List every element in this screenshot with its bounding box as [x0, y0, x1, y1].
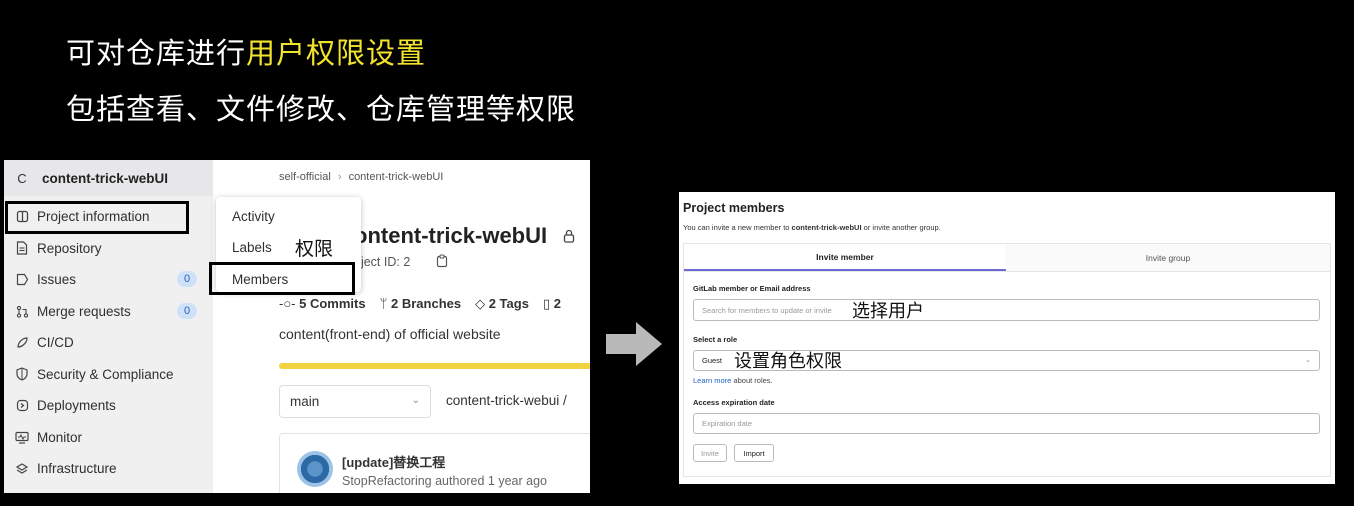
- flyout-item-activity[interactable]: Activity: [232, 209, 275, 224]
- sidebar-item-security-compliance[interactable]: Security & Compliance: [4, 359, 213, 389]
- language-bar: [279, 363, 590, 369]
- sidebar-item-merge-requests[interactable]: Merge requests 0: [4, 296, 213, 326]
- cloud-icon: [14, 460, 30, 476]
- member-search-placeholder: Search for members to update or invite: [702, 305, 832, 315]
- breadcrumb-project[interactable]: content-trick-webUI: [349, 171, 444, 183]
- expiration-date-placeholder: Expiration date: [702, 419, 753, 428]
- role-select-value: Guest: [702, 356, 723, 365]
- repo-path[interactable]: content-trick-webui /: [446, 393, 567, 408]
- chevron-down-icon: ⌄: [1305, 357, 1311, 364]
- copy-icon[interactable]: [436, 254, 448, 271]
- role-field-label: Select a role: [693, 335, 738, 344]
- sidebar-item-label: Deployments: [37, 397, 116, 413]
- expiration-date-input[interactable]: Expiration date: [693, 413, 1320, 434]
- project-avatar: C: [17, 170, 27, 186]
- annotation-select-user: 选择用户: [852, 301, 924, 322]
- highlight-box-members: [209, 262, 355, 295]
- project-id: oject ID: 2: [354, 255, 411, 269]
- headline-highlight: 用户权限设置: [246, 36, 427, 70]
- merge-requests-count-badge: 0: [177, 303, 197, 319]
- gitlab-project-screenshot: C content-trick-webUI Project informatio…: [4, 160, 590, 493]
- file-icon: [14, 240, 30, 256]
- sidebar-item-repository[interactable]: Repository: [4, 233, 213, 263]
- sidebar-item-deployments[interactable]: Deployments: [4, 390, 213, 420]
- issues-count-badge: 0: [177, 271, 197, 287]
- invite-button[interactable]: Invite: [693, 444, 727, 462]
- commit-meta: StopRefactoring authored 1 year ago: [342, 474, 547, 488]
- size-stat[interactable]: ▯ 2: [543, 296, 561, 312]
- breadcrumb: self-official › content-trick-webUI: [279, 171, 443, 183]
- sidebar-item-label: Repository: [37, 240, 102, 256]
- sidebar-item-label: Issues: [37, 271, 77, 287]
- branches-stat[interactable]: ᛘ 2 Branches: [380, 296, 462, 312]
- member-search-input[interactable]: Search for members to update or invite: [693, 299, 1320, 321]
- sidebar-item-label: Merge requests: [37, 303, 131, 319]
- tag-icon: ◇: [475, 296, 489, 311]
- member-field-label: GitLab member or Email address: [693, 284, 811, 293]
- merge-icon: [14, 303, 30, 319]
- project-members-screenshot: Project members You can invite a new mem…: [679, 192, 1335, 484]
- branch-selector[interactable]: main ⌄: [279, 385, 431, 418]
- file-size-icon: ▯: [542, 296, 554, 311]
- breadcrumb-separator: ›: [337, 171, 342, 183]
- expiration-field-label: Access expiration date: [693, 398, 775, 407]
- headline-line-2: 包括查看、文件修改、仓库管理等权限: [66, 92, 577, 126]
- author-avatar[interactable]: [297, 451, 333, 487]
- commit-icon: -○-: [279, 296, 300, 311]
- invite-form: GitLab member or Email address Search fo…: [683, 272, 1331, 477]
- lock-icon: [563, 229, 575, 243]
- import-button[interactable]: Import: [734, 444, 774, 462]
- project-title: ontent-trick-webUI: [354, 223, 548, 248]
- sidebar-item-label: Security & Compliance: [37, 366, 174, 382]
- branch-name: main: [290, 394, 320, 409]
- sidebar-project-header[interactable]: C content-trick-webUI: [4, 160, 213, 196]
- sidebar-item-issues[interactable]: Issues 0: [4, 264, 213, 294]
- page-subtitle: You can invite a new member to content-t…: [683, 223, 941, 232]
- sidebar-item-label: Monitor: [37, 429, 83, 445]
- annotation-set-role: 设置角色权限: [734, 351, 842, 372]
- monitor-icon: [14, 429, 30, 445]
- flyout-item-labels[interactable]: Labels: [232, 240, 272, 255]
- project-stats: -○- 5 Commits ᛘ 2 Branches ◇ 2 Tags ▯ 2: [279, 296, 561, 312]
- sidebar-item-label: CI/CD: [37, 334, 74, 350]
- chevron-down-icon: ⌄: [411, 395, 420, 406]
- right-arrow-icon: [606, 322, 662, 366]
- tab-invite-member[interactable]: Invite member: [684, 244, 1006, 271]
- deploy-icon: [14, 397, 30, 413]
- issues-icon: [14, 271, 30, 287]
- page-title: Project members: [683, 201, 785, 215]
- tab-invite-group[interactable]: Invite group: [1006, 244, 1330, 271]
- headline-line-1: 可对仓库进行用户权限设置: [66, 30, 426, 72]
- sidebar-item-cicd[interactable]: CI/CD: [4, 327, 213, 357]
- rocket-icon: [14, 334, 30, 350]
- learn-more-link[interactable]: Learn more: [693, 376, 731, 385]
- project-name: content-trick-webUI: [42, 170, 169, 186]
- breadcrumb-group[interactable]: self-official: [279, 171, 331, 183]
- commits-stat[interactable]: -○- 5 Commits: [279, 296, 366, 312]
- headline-prefix: 可对仓库进行: [66, 36, 247, 70]
- tags-stat[interactable]: ◇ 2 Tags: [475, 296, 529, 312]
- annotation-permissions: 权限: [295, 238, 334, 260]
- learn-more-text: Learn more about roles.: [693, 376, 773, 385]
- sidebar-item-infrastructure[interactable]: Infrastructure: [4, 453, 213, 483]
- branch-icon: ᛘ: [379, 296, 392, 311]
- highlight-box-project-information: [5, 201, 189, 234]
- last-commit-card: [update]替换工程 StopRefactoring authored 1 …: [279, 433, 590, 493]
- sidebar-item-monitor[interactable]: Monitor: [4, 422, 213, 452]
- project-description: content(front-end) of official website: [279, 326, 501, 342]
- sidebar-item-label: Infrastructure: [37, 460, 117, 476]
- shield-icon: [14, 366, 30, 382]
- invite-tabs: Invite member Invite group: [683, 243, 1331, 272]
- commit-title[interactable]: [update]替换工程: [342, 452, 445, 471]
